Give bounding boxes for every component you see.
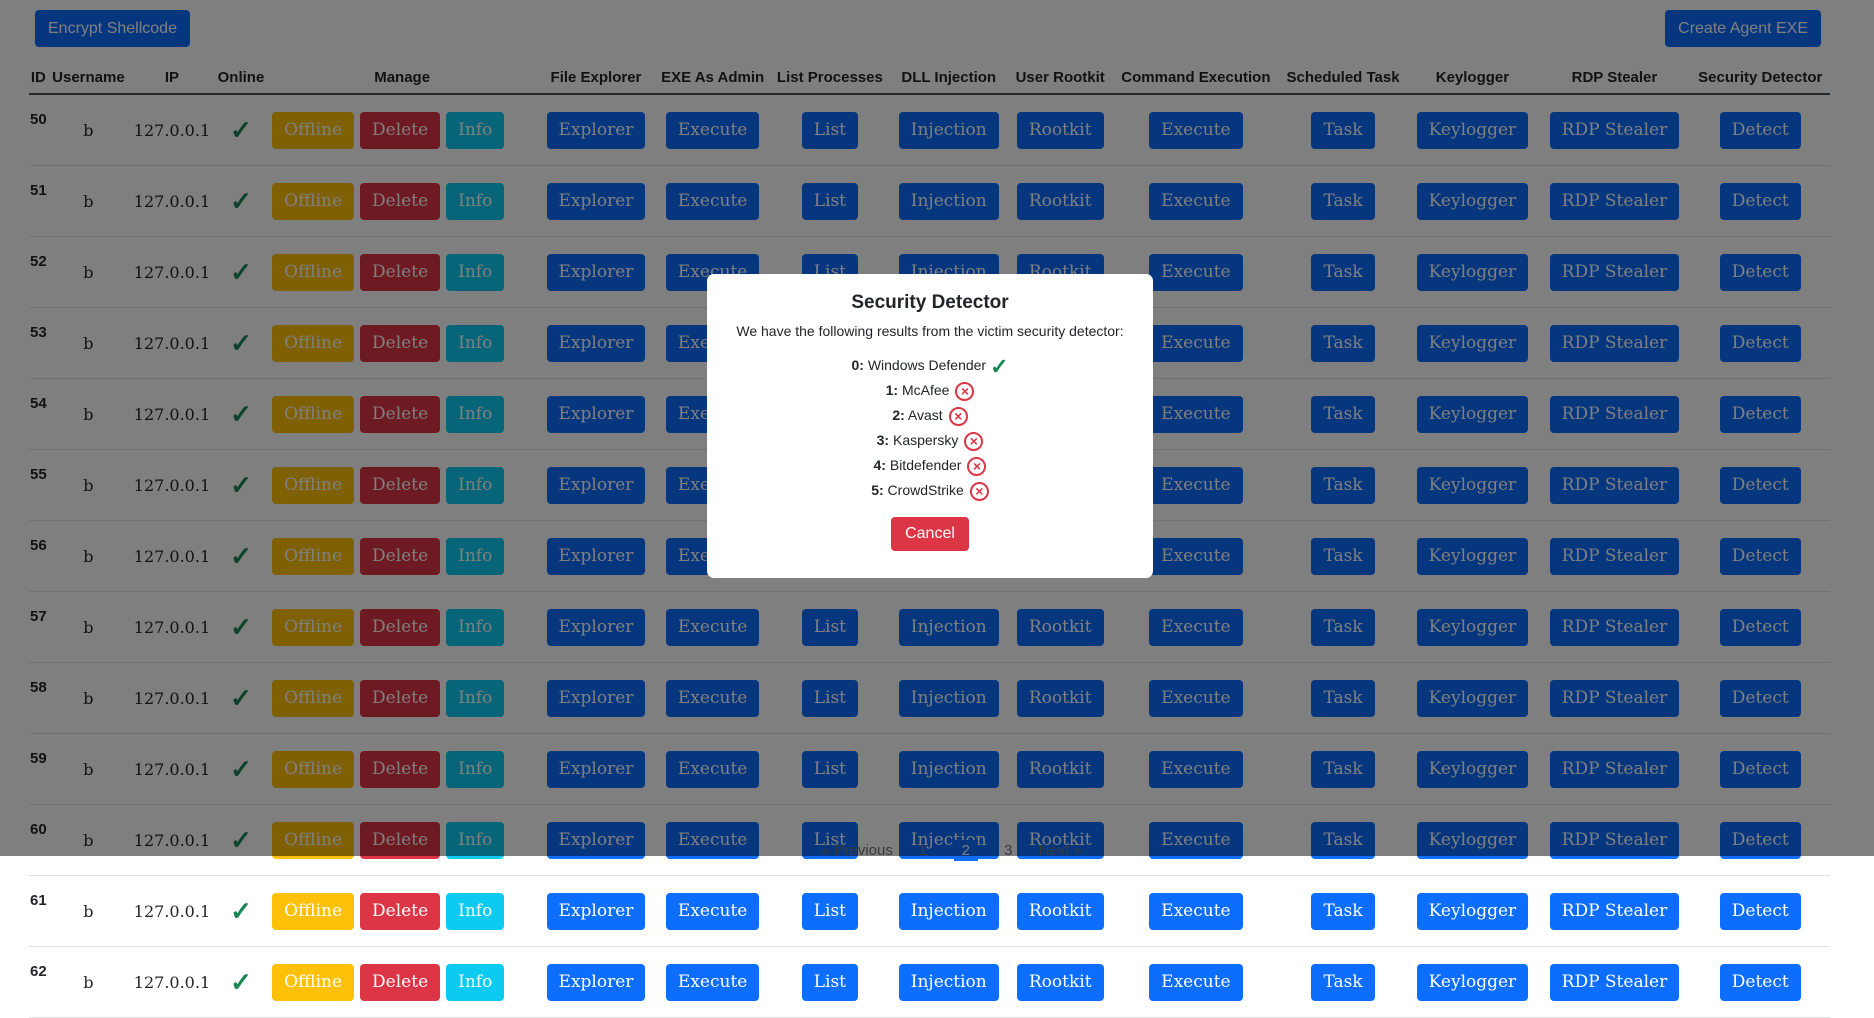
scheduled-task-cell: Task xyxy=(1279,875,1407,947)
modal-title: Security Detector xyxy=(851,292,1009,313)
agent-ip: 127.0.0.1 xyxy=(129,946,215,1018)
rdp-stealer-cell: RDP Stealer xyxy=(1538,875,1691,947)
table-row: 61 b 127.0.0.1 ✓ Offline Delete Info Explorer Ex… xyxy=(29,875,1830,947)
online-check-icon: ✓ xyxy=(230,966,252,997)
detector-result-item: 4: Bitdefender × xyxy=(707,453,1153,478)
result-index: 5: xyxy=(871,482,884,498)
task-button[interactable]: Task xyxy=(1311,963,1375,1001)
rootkit-button[interactable]: Rootkit xyxy=(1016,892,1104,930)
detector-result-item: 2: Avast × xyxy=(707,403,1153,428)
rdp-stealer-button[interactable]: RDP Stealer xyxy=(1549,963,1680,1001)
online-cell: ✓ xyxy=(214,946,268,1018)
detector-result-item: 3: Kaspersky × xyxy=(707,428,1153,453)
detector-result-item: 0: Windows Defender ✓ xyxy=(707,353,1153,379)
rdp-stealer-button[interactable]: RDP Stealer xyxy=(1549,892,1680,930)
not-detected-x-icon: × xyxy=(955,381,975,401)
result-index: 3: xyxy=(876,432,890,448)
modal-message: We have the following results from the v… xyxy=(736,323,1124,339)
offline-button[interactable]: Offline xyxy=(272,892,355,930)
result-name: McAfee xyxy=(901,382,950,398)
security-detector-cell: Detect xyxy=(1690,875,1830,947)
result-name: Windows Defender xyxy=(867,357,987,373)
list-processes-cell: List xyxy=(770,946,890,1018)
command-execution-cell: Execute xyxy=(1112,946,1280,1018)
result-name: Avast xyxy=(907,407,943,423)
detector-results-list: 0: Windows Defender ✓ 1: McAfee × 2: Avast × 3… xyxy=(707,353,1153,503)
explorer-button[interactable]: Explorer xyxy=(546,892,646,930)
detected-check-icon: ✓ xyxy=(990,353,1009,379)
detector-result-item: 5: CrowdStrike × xyxy=(707,478,1153,503)
not-detected-x-icon: × xyxy=(969,481,989,501)
result-name: Kaspersky xyxy=(892,432,959,448)
list-processes-button[interactable]: List xyxy=(801,963,859,1001)
file-explorer-cell: Explorer xyxy=(537,875,655,947)
injection-button[interactable]: Injection xyxy=(898,963,999,1001)
list-processes-cell: List xyxy=(770,875,890,947)
security-detector-modal: Security Detector We have the following … xyxy=(707,274,1153,578)
file-explorer-cell: Explorer xyxy=(537,946,655,1018)
cancel-button[interactable]: Cancel xyxy=(891,517,969,551)
explorer-button[interactable]: Explorer xyxy=(546,963,646,1001)
result-index: 1: xyxy=(885,382,899,398)
rootkit-button[interactable]: Rootkit xyxy=(1016,963,1104,1001)
detector-result-item: 1: McAfee × xyxy=(707,378,1153,403)
result-name: CrowdStrike xyxy=(887,482,964,498)
execute-admin-button[interactable]: Execute xyxy=(665,963,760,1001)
online-cell: ✓ xyxy=(214,875,268,947)
delete-button[interactable]: Delete xyxy=(360,963,441,1001)
keylogger-cell: Keylogger xyxy=(1406,946,1539,1018)
result-index: 4: xyxy=(873,457,886,473)
keylogger-button[interactable]: Keylogger xyxy=(1416,963,1529,1001)
exe-admin-cell: Execute xyxy=(654,875,771,947)
command-execution-cell: Execute xyxy=(1112,875,1280,947)
detect-button[interactable]: Detect xyxy=(1719,963,1801,1001)
user-rootkit-cell: Rootkit xyxy=(1008,946,1113,1018)
info-button[interactable]: Info xyxy=(446,963,505,1001)
agent-username: b xyxy=(47,875,130,947)
scheduled-task-cell: Task xyxy=(1279,946,1407,1018)
agent-id: 62 xyxy=(29,946,48,1018)
exe-admin-cell: Execute xyxy=(654,946,771,1018)
result-index: 0: xyxy=(851,357,864,373)
list-processes-button[interactable]: List xyxy=(801,892,859,930)
agent-username: b xyxy=(47,946,130,1018)
agent-id: 61 xyxy=(29,875,48,947)
security-detector-cell: Detect xyxy=(1690,946,1830,1018)
user-rootkit-cell: Rootkit xyxy=(1008,875,1113,947)
injection-button[interactable]: Injection xyxy=(898,892,999,930)
not-detected-x-icon: × xyxy=(948,406,968,426)
agent-ip: 127.0.0.1 xyxy=(129,875,215,947)
manage-cell: OfflineDeleteInfo xyxy=(267,946,538,1018)
dll-injection-cell: Injection xyxy=(889,875,1009,947)
online-check-icon: ✓ xyxy=(230,895,252,926)
execute-admin-button[interactable]: Execute xyxy=(665,892,760,930)
not-detected-x-icon: × xyxy=(967,456,987,476)
table-row: 62 b 127.0.0.1 ✓ Offline Delete Info Explorer Ex… xyxy=(29,946,1830,1018)
result-index: 2: xyxy=(892,407,905,423)
dll-injection-cell: Injection xyxy=(889,946,1009,1018)
result-name: Bitdefender xyxy=(889,457,962,473)
detect-button[interactable]: Detect xyxy=(1719,892,1801,930)
manage-cell: OfflineDeleteInfo xyxy=(267,875,538,947)
command-execute-button[interactable]: Execute xyxy=(1149,892,1243,930)
not-detected-x-icon: × xyxy=(964,431,984,451)
offline-button[interactable]: Offline xyxy=(272,963,355,1001)
delete-button[interactable]: Delete xyxy=(360,892,441,930)
rdp-stealer-cell: RDP Stealer xyxy=(1538,946,1691,1018)
keylogger-button[interactable]: Keylogger xyxy=(1416,892,1529,930)
keylogger-cell: Keylogger xyxy=(1406,875,1539,947)
info-button[interactable]: Info xyxy=(446,892,505,930)
task-button[interactable]: Task xyxy=(1311,892,1375,930)
command-execute-button[interactable]: Execute xyxy=(1149,963,1243,1001)
